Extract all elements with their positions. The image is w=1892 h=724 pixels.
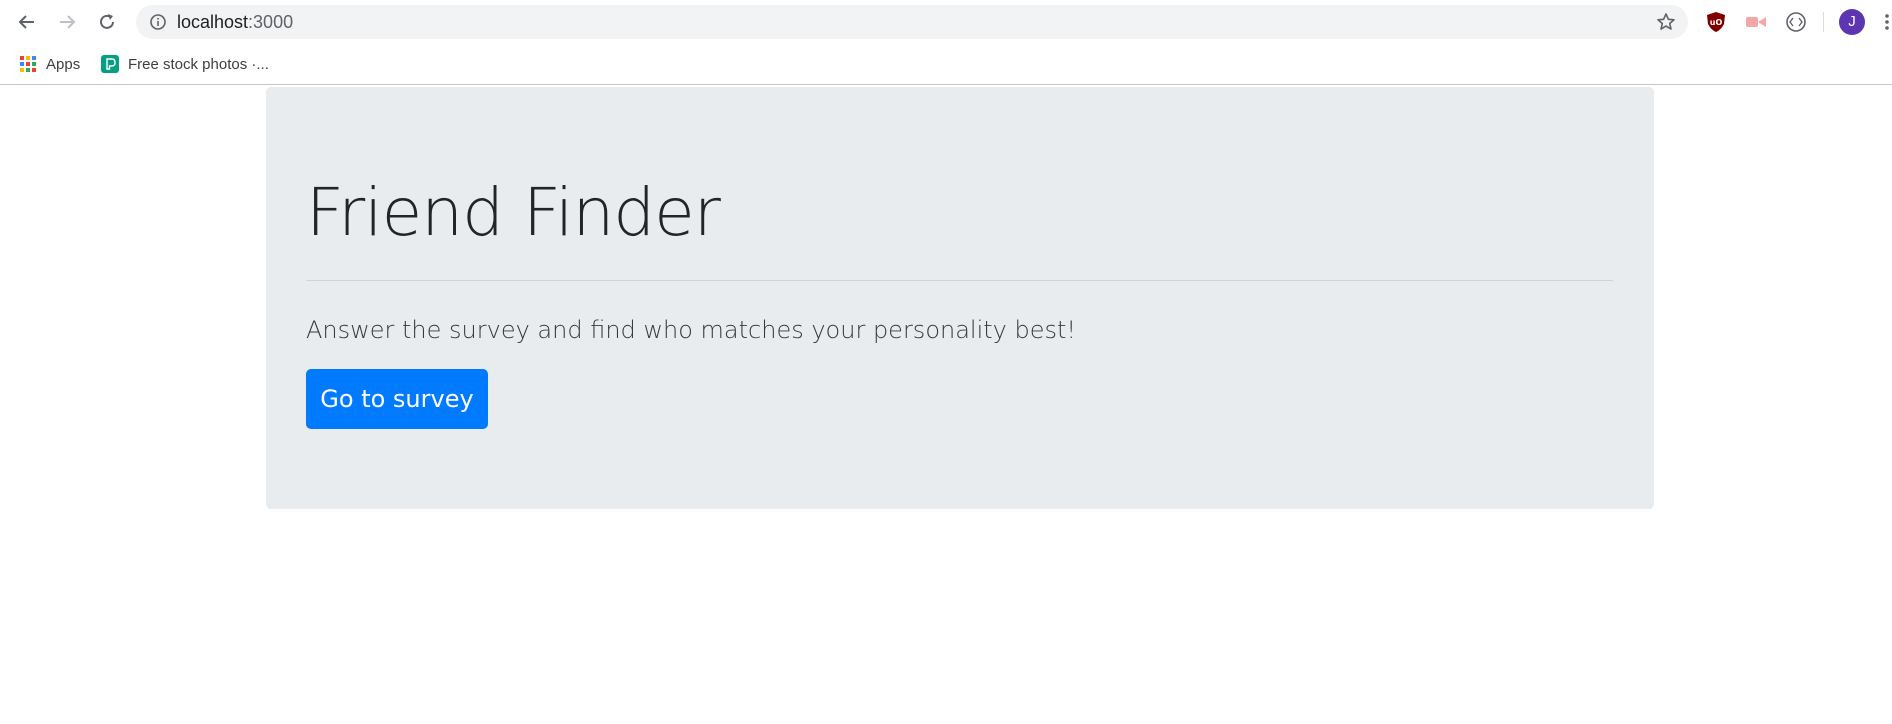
lead-text: Answer the survey and find who matches y… <box>306 316 1077 344</box>
info-icon[interactable] <box>149 13 167 31</box>
url-text[interactable]: localhost:3000 <box>177 12 293 32</box>
go-to-survey-button[interactable]: Go to survey <box>306 369 488 429</box>
bookmark-free-stock-photos[interactable]: Free stock photos ·... <box>101 53 269 75</box>
bookmark-apps[interactable]: Apps <box>19 53 80 75</box>
code-extension[interactable] <box>1784 10 1808 34</box>
ublock-icon: uO <box>1707 12 1725 32</box>
back-button[interactable] <box>13 8 41 36</box>
svg-text:uO: uO <box>1710 18 1723 27</box>
pexels-icon <box>101 55 119 73</box>
address-bar[interactable]: localhost:3000 <box>136 5 1688 39</box>
forward-icon <box>60 15 76 29</box>
jumbotron: Friend Finder Answer the survey and find… <box>266 87 1654 509</box>
forward-button[interactable] <box>53 8 81 36</box>
star-icon[interactable] <box>1656 12 1676 32</box>
bookmark-label: Free stock photos ·... <box>128 55 269 73</box>
menu-icon[interactable] <box>1882 12 1892 32</box>
divider <box>306 280 1613 281</box>
video-extension[interactable] <box>1744 10 1768 34</box>
apps-grid-icon <box>20 56 36 72</box>
back-icon <box>18 15 34 29</box>
bookmark-label: Apps <box>46 55 81 73</box>
reload-button[interactable] <box>93 8 121 36</box>
code-icon <box>1786 12 1806 32</box>
toolbar-divider <box>1823 12 1824 32</box>
bookmarks-bar: Apps Free stock photos ·... <box>0 44 1892 85</box>
ublock-extension[interactable]: uO <box>1704 10 1728 34</box>
url-port: :3000 <box>248 12 294 32</box>
browser-toolbar: localhost:3000 uO J <box>0 0 1892 44</box>
reload-icon <box>100 14 114 29</box>
url-host: localhost <box>177 12 249 32</box>
extension-icon <box>1746 17 1766 27</box>
profile-avatar[interactable]: J <box>1839 9 1865 35</box>
page-title: Friend Finder <box>306 174 721 251</box>
